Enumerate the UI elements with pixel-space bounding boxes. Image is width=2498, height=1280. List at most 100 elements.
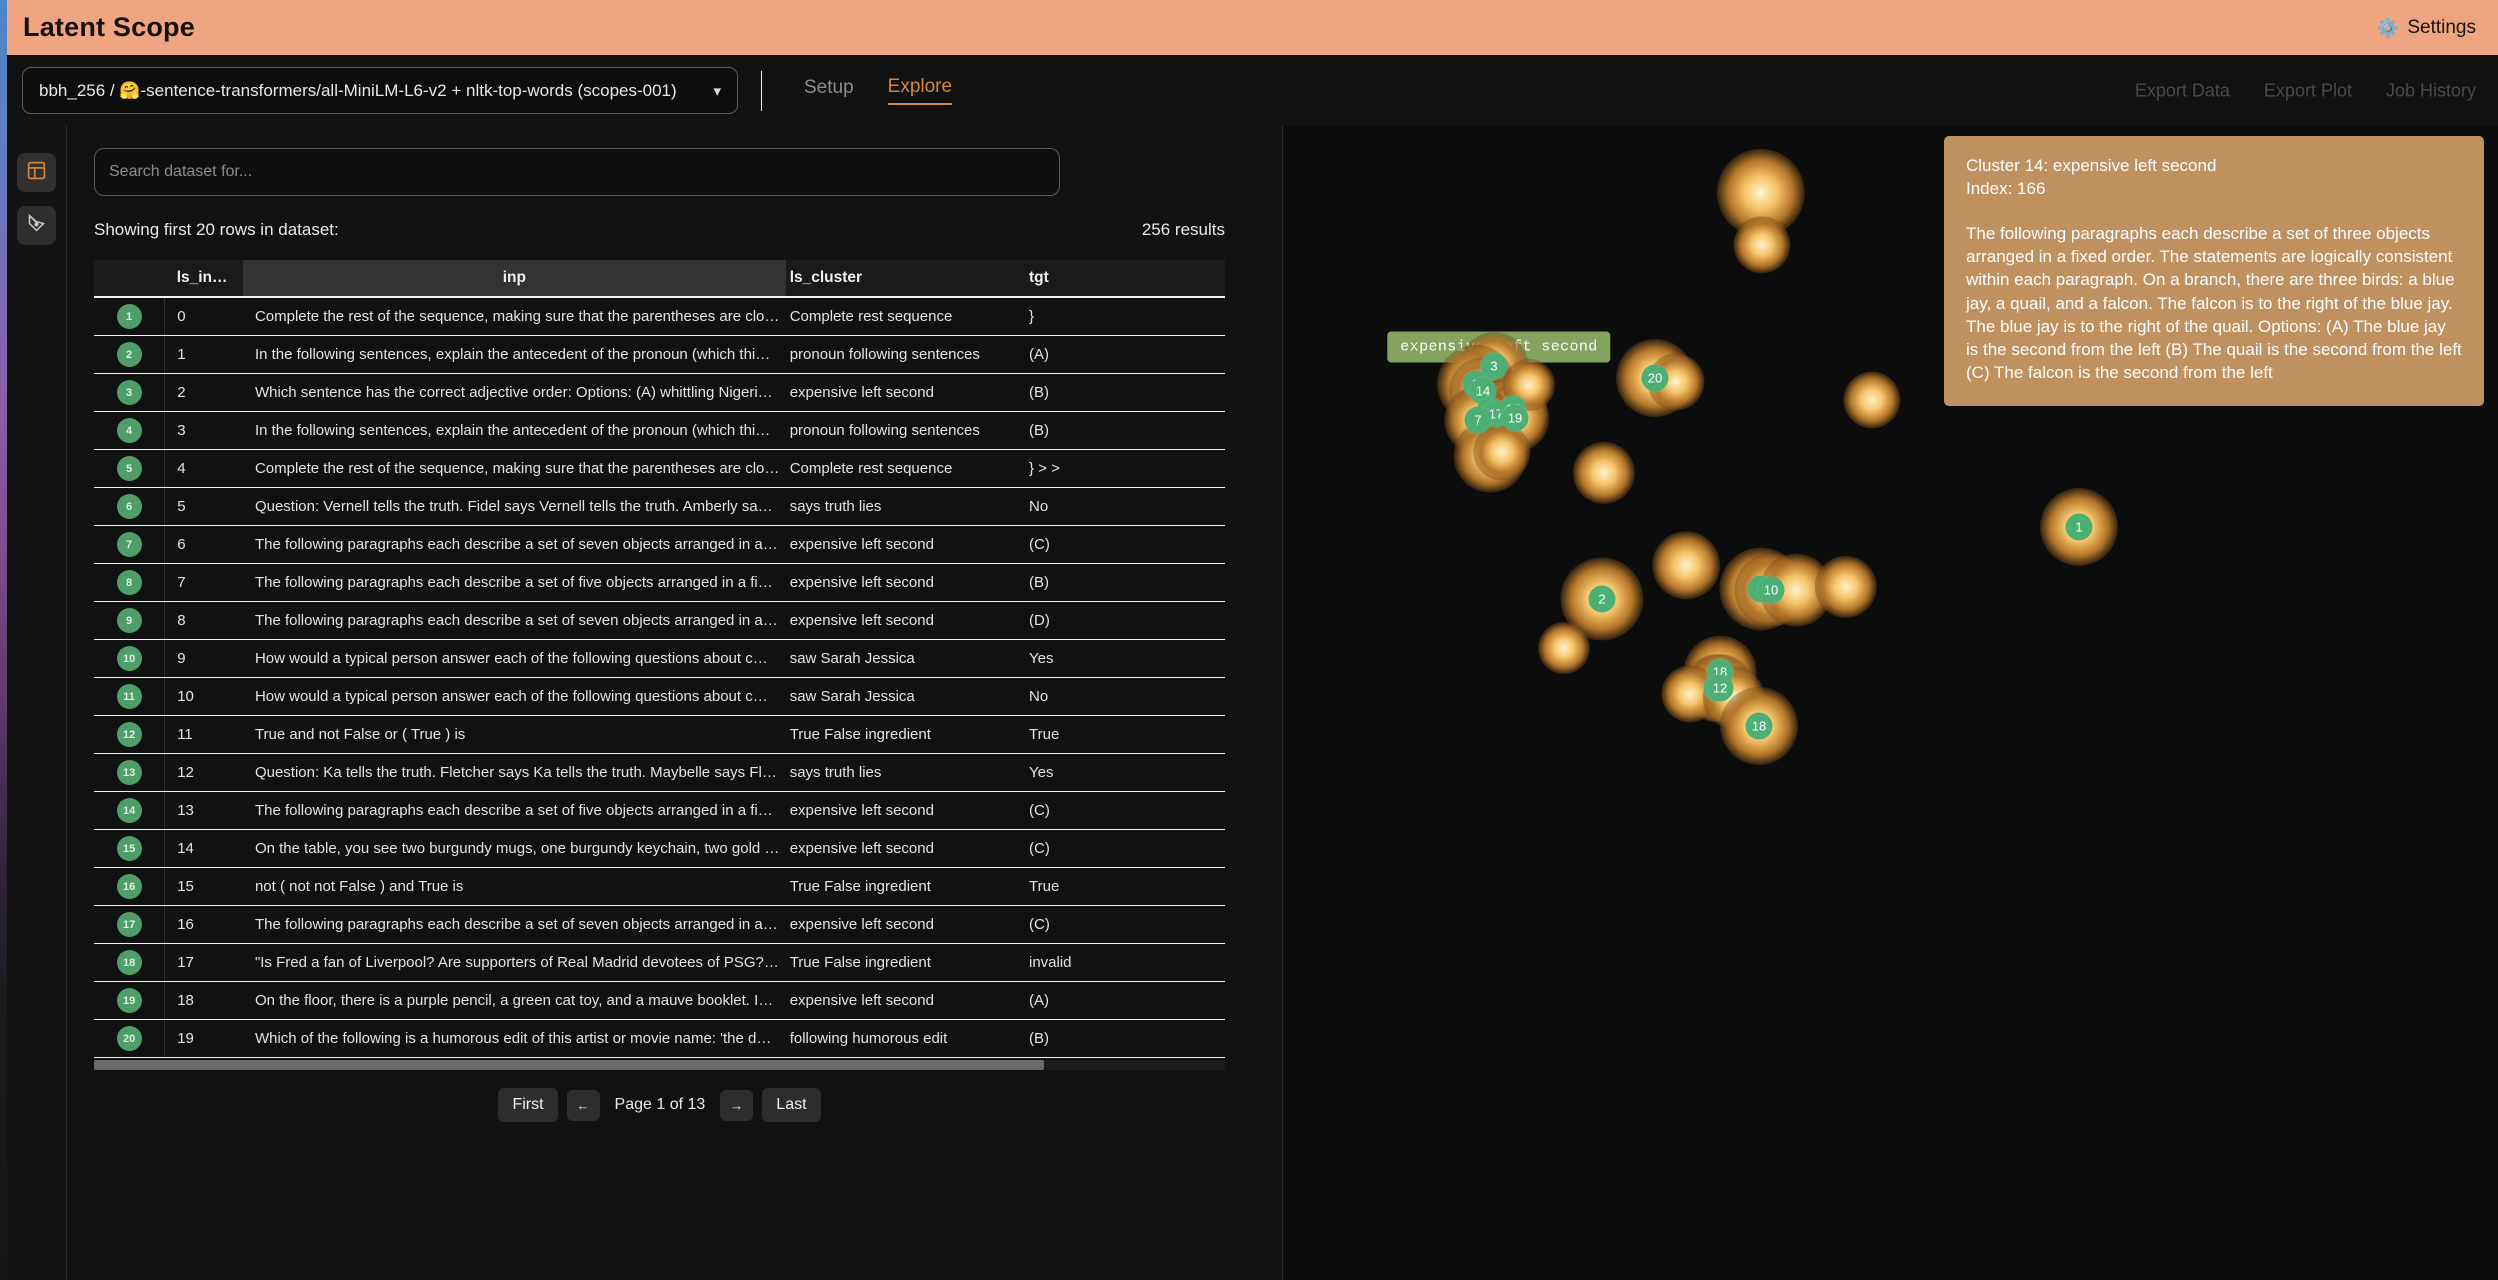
nav-bar: bbh_256 / 🤗-sentence-transformers/all-Mi… bbox=[0, 55, 2498, 126]
tab-explore[interactable]: Explore bbox=[887, 76, 953, 105]
scatter-point-marker[interactable]: 20 bbox=[1641, 364, 1669, 392]
last-page-button[interactable]: Last bbox=[762, 1088, 821, 1122]
cell-ls-index: 2 bbox=[164, 373, 243, 412]
scatter-plot[interactable]: expensive left second Cluster 14: expens… bbox=[1284, 126, 2498, 1280]
table-row[interactable]: 8 7 The following paragraphs each describe… bbox=[94, 563, 1225, 602]
cell-inp: True and not False or ( True ) is bbox=[242, 715, 786, 754]
cell-inp: "Is Fred a fan of Liverpool? Are support… bbox=[242, 943, 786, 982]
table-row[interactable]: 3 2 Which sentence has the correct adjecti… bbox=[94, 373, 1225, 412]
job-history-link[interactable]: Job History bbox=[2386, 80, 2476, 101]
tab-list: Setup Explore bbox=[804, 76, 953, 105]
row-badge-cell: 16 bbox=[94, 867, 166, 906]
scope-selector[interactable]: bbh_256 / 🤗-sentence-transformers/all-Mi… bbox=[22, 67, 738, 114]
scatter-point-marker[interactable]: 19 bbox=[1501, 404, 1529, 432]
row-badge-cell: 13 bbox=[94, 753, 166, 792]
cell-tgt: (B) bbox=[1023, 1019, 1225, 1058]
search-input[interactable] bbox=[94, 148, 1060, 196]
row-index-badge: 10 bbox=[116, 646, 142, 671]
cell-inp: Question: Ka tells the truth. Fletcher s… bbox=[242, 753, 786, 792]
cell-tgt: (B) bbox=[1023, 373, 1225, 412]
table-row[interactable]: 2 1 In the following sentences, explain th… bbox=[94, 335, 1225, 374]
col-header-tgt[interactable]: tgt bbox=[1023, 260, 1225, 298]
col-header-ls-index[interactable]: ls_in… bbox=[164, 260, 243, 298]
row-badge-cell: 11 bbox=[94, 677, 166, 716]
row-badge-cell: 9 bbox=[94, 601, 166, 640]
cell-tgt: (C) bbox=[1023, 791, 1225, 830]
table-row[interactable]: 18 17 "Is Fred a fan of Liverpool? Are sup… bbox=[94, 943, 1225, 982]
cell-ls-index: 6 bbox=[164, 525, 243, 564]
table-row[interactable]: 15 14 On the table, you see two burgundy m… bbox=[94, 829, 1225, 868]
tooltip-body: The following paragraphs each describe a… bbox=[1966, 224, 2462, 382]
prev-page-button[interactable]: ← bbox=[566, 1089, 600, 1121]
export-plot-link[interactable]: Export Plot bbox=[2264, 80, 2352, 101]
tooltip-index: Index: 166 bbox=[1966, 179, 2046, 199]
cell-inp: In the following sentences, explain the … bbox=[242, 335, 786, 374]
table-row[interactable]: 6 5 Question: Vernell tells the truth. Fid… bbox=[94, 487, 1225, 526]
table-row[interactable]: 7 6 The following paragraphs each describe… bbox=[94, 525, 1225, 564]
table-row[interactable]: 14 13 The following paragraphs each descri… bbox=[94, 791, 1225, 830]
col-header-ls-cluster[interactable]: ls_cluster bbox=[785, 260, 1023, 298]
lasso-select-tool-button[interactable] bbox=[17, 206, 56, 245]
scatter-point-marker[interactable]: 18 bbox=[1745, 712, 1773, 740]
table-row[interactable]: 12 11 True and not False or ( True ) is Tru… bbox=[94, 715, 1225, 754]
cell-tgt: Yes bbox=[1023, 753, 1225, 792]
cell-ls-cluster: says truth lies bbox=[785, 487, 1023, 526]
table-row[interactable]: 1 0 Complete the rest of the sequence, mak… bbox=[94, 297, 1225, 336]
table-row[interactable]: 5 4 Complete the rest of the sequence, mak… bbox=[94, 449, 1225, 488]
cell-inp: Which sentence has the correct adjective… bbox=[242, 373, 786, 412]
scatter-point-marker[interactable]: 12 bbox=[1706, 674, 1734, 702]
table-row[interactable]: 9 8 The following paragraphs each describe… bbox=[94, 601, 1225, 640]
row-badge-cell: 3 bbox=[94, 373, 166, 412]
row-index-badge: 16 bbox=[116, 874, 142, 899]
scrollbar-thumb[interactable] bbox=[94, 1060, 1045, 1070]
cell-tgt: invalid bbox=[1023, 943, 1225, 982]
scatter-point bbox=[1538, 622, 1590, 674]
row-index-badge: 20 bbox=[116, 1026, 142, 1051]
col-header-inp[interactable]: inp bbox=[242, 260, 786, 298]
cell-inp: The following paragraphs each describe a… bbox=[242, 563, 786, 602]
scatter-point-marker[interactable]: 10 bbox=[1757, 576, 1785, 604]
settings-button[interactable]: ⚙️ Settings bbox=[2377, 17, 2476, 39]
table-row[interactable]: 20 19 Which of the following is a humorous… bbox=[94, 1019, 1225, 1058]
table-row[interactable]: 13 12 Question: Ka tells the truth. Fletch… bbox=[94, 753, 1225, 792]
row-index-badge: 1 bbox=[116, 304, 142, 329]
cell-ls-index: 14 bbox=[164, 829, 243, 868]
row-index-badge: 9 bbox=[116, 608, 142, 633]
table-body: 1 0 Complete the rest of the sequence, mak… bbox=[94, 297, 1225, 1058]
cell-inp: Question: Vernell tells the truth. Fidel… bbox=[242, 487, 786, 526]
cell-ls-cluster: Complete rest sequence bbox=[785, 297, 1023, 336]
table-row[interactable]: 16 15 not ( not not False ) and True is Tru… bbox=[94, 867, 1225, 906]
table-header: ls_in… inp ls_cluster tgt bbox=[94, 260, 1225, 298]
table-row[interactable]: 11 10 How would a typical person answer ea… bbox=[94, 677, 1225, 716]
cell-ls-cluster: True False ingredient bbox=[785, 715, 1023, 754]
table-row[interactable]: 17 16 The following paragraphs each descri… bbox=[94, 905, 1225, 944]
row-badge-cell: 15 bbox=[94, 829, 166, 868]
table-header-row: ls_in… inp ls_cluster tgt bbox=[94, 260, 1225, 298]
scatter-point-marker[interactable]: 1 bbox=[2065, 513, 2093, 541]
tooltip-title: Cluster 14: expensive left second bbox=[1966, 156, 2217, 175]
table-row[interactable]: 10 9 How would a typical person answer eac… bbox=[94, 639, 1225, 678]
table-row[interactable]: 19 18 On the floor, there is a purple penc… bbox=[94, 981, 1225, 1020]
data-table-tool-button[interactable] bbox=[17, 153, 56, 192]
scatter-point-marker[interactable]: 7 bbox=[1464, 406, 1492, 434]
scatter-point bbox=[1843, 371, 1901, 429]
row-index-badge: 13 bbox=[116, 760, 142, 785]
cell-inp: Which of the following is a humorous edi… bbox=[242, 1019, 786, 1058]
row-index-badge: 8 bbox=[116, 570, 142, 595]
dataset-table-wrapper: ls_in… inp ls_cluster tgt 1 0 Complete the… bbox=[94, 260, 1225, 1122]
row-badge-cell: 1 bbox=[94, 297, 166, 336]
first-page-button[interactable]: First bbox=[498, 1088, 558, 1122]
cell-tgt: (A) bbox=[1023, 335, 1225, 374]
tab-setup[interactable]: Setup bbox=[804, 77, 854, 104]
cell-ls-index: 3 bbox=[164, 411, 243, 450]
export-data-link[interactable]: Export Data bbox=[2135, 80, 2230, 101]
cell-inp: How would a typical person answer each o… bbox=[242, 639, 786, 678]
next-page-button[interactable]: → bbox=[720, 1089, 754, 1121]
scatter-point-marker[interactable]: 2 bbox=[1588, 585, 1616, 613]
table-horizontal-scrollbar[interactable] bbox=[94, 1060, 1225, 1070]
cell-tgt: (B) bbox=[1023, 411, 1225, 450]
cell-ls-cluster: expensive left second bbox=[785, 373, 1023, 412]
table-row[interactable]: 4 3 In the following sentences, explain th… bbox=[94, 411, 1225, 450]
cell-ls-cluster: expensive left second bbox=[785, 525, 1023, 564]
cell-ls-index: 15 bbox=[164, 867, 243, 906]
